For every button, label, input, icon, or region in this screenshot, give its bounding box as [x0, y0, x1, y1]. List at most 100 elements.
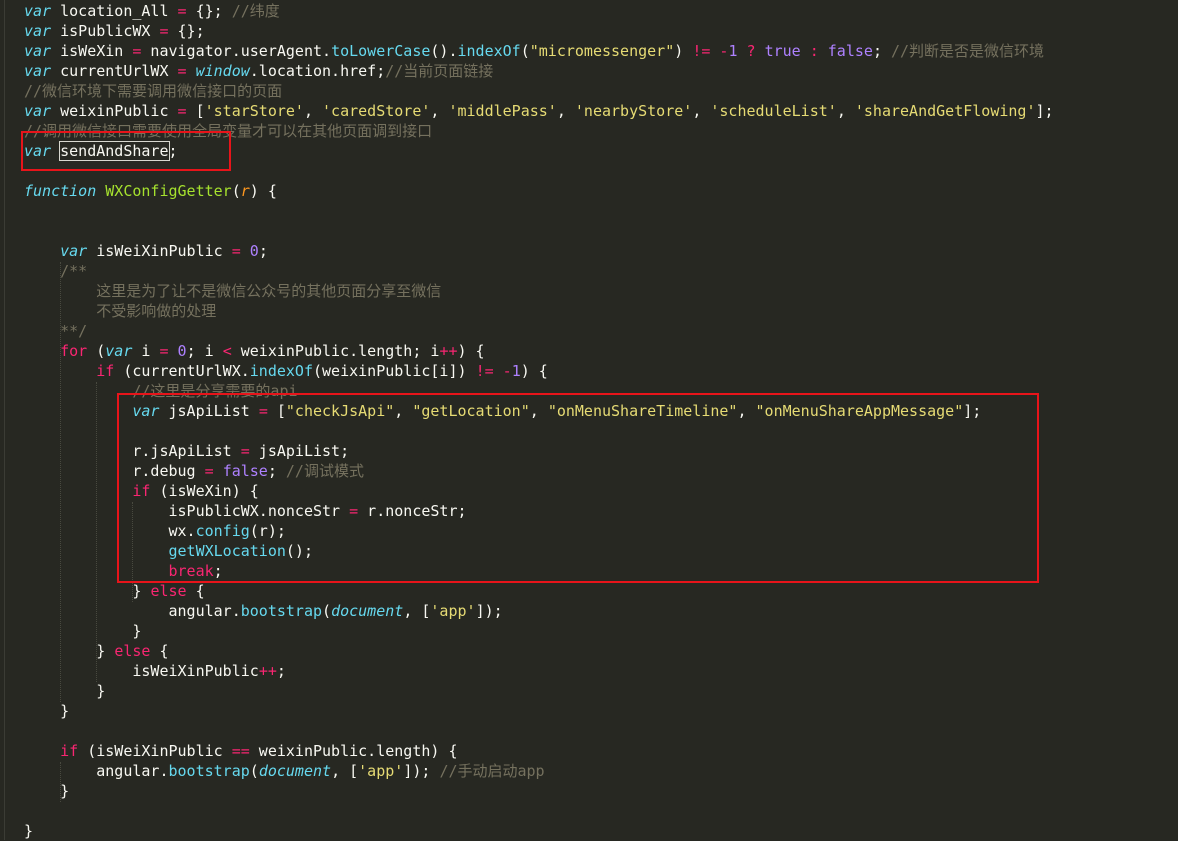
keyword-token: var	[24, 42, 52, 60]
operator-token: -	[502, 362, 512, 380]
code-text: ;	[872, 42, 891, 60]
code-content[interactable]: var location_All = {}; //纬度 var isPublicW…	[24, 1, 1178, 841]
code-line[interactable]: //调用微信接口需要使用全局变量才可以在其他页面调到接口	[24, 121, 1178, 141]
code-text: location_All	[51, 2, 178, 20]
keyword-token: window	[195, 62, 250, 80]
code-text: ,	[692, 102, 711, 120]
code-text: ;	[168, 142, 178, 160]
code-line[interactable]: } else {	[24, 641, 1178, 661]
code-text: ) {	[520, 362, 548, 380]
comment-token: //这里是分享需要的api	[132, 382, 298, 400]
code-text: ]);	[403, 762, 440, 780]
code-line[interactable]	[24, 201, 1178, 221]
code-text: {	[150, 642, 169, 660]
code-text: ]);	[475, 602, 503, 620]
code-line[interactable]: r.jsApiList = jsApiList;	[24, 441, 1178, 461]
code-text: ,	[836, 102, 855, 120]
code-text: }	[24, 702, 70, 720]
operator-token: :	[809, 42, 819, 60]
code-line[interactable]	[24, 161, 1178, 181]
selected-identifier: sendAndShare	[59, 141, 170, 161]
code-line[interactable]: var jsApiList = ["checkJsApi", "getLocat…	[24, 401, 1178, 421]
code-line[interactable]: **/	[24, 321, 1178, 341]
operator-token: =	[204, 462, 214, 480]
operator-token: =	[231, 242, 241, 260]
operator-token: ++	[439, 342, 458, 360]
code-line[interactable]: }	[24, 781, 1178, 801]
comment-token: //调用微信接口需要使用全局变量才可以在其他页面调到接口	[24, 122, 433, 140]
string-token: "onMenuShareAppMessage"	[755, 402, 964, 420]
code-line[interactable]: }	[24, 681, 1178, 701]
code-line[interactable]: var isPublicWX = {};	[24, 21, 1178, 41]
code-text: ;	[276, 662, 286, 680]
code-line[interactable]: var location_All = {}; //纬度	[24, 1, 1178, 21]
code-line[interactable]: //微信环境下需要调用微信接口的页面	[24, 81, 1178, 101]
code-line[interactable]: var weixinPublic = ['starStore', 'caredS…	[24, 101, 1178, 121]
code-text: ,	[394, 402, 413, 420]
code-line[interactable]: if (currentUrlWX.indexOf(weixinPublic[i]…	[24, 361, 1178, 381]
string-token: "onMenuShareTimeline"	[547, 402, 738, 420]
code-line[interactable]: }	[24, 821, 1178, 841]
code-editor[interactable]: var location_All = {}; //纬度 var isPublicW…	[0, 0, 1178, 840]
operator-token: ==	[231, 742, 250, 760]
number-token: false	[827, 42, 873, 60]
string-token: 'scheduleList'	[710, 102, 837, 120]
code-line[interactable]: r.debug = false; //调试模式	[24, 461, 1178, 481]
code-line[interactable]	[24, 221, 1178, 241]
code-line[interactable]: 这里是为了让不是微信公众号的其他页面分享至微信	[24, 281, 1178, 301]
keyword-token: var	[24, 2, 52, 20]
comment-token: //手动启动app	[439, 762, 545, 780]
function-token: config	[195, 522, 250, 540]
code-line[interactable]: if (isWeiXinPublic == weixinPublic.lengt…	[24, 741, 1178, 761]
code-line[interactable]: } else {	[24, 581, 1178, 601]
code-line[interactable]: getWXLocation();	[24, 541, 1178, 561]
code-line[interactable]: angular.bootstrap(document, ['app']);	[24, 601, 1178, 621]
code-text: isWeXin	[51, 42, 133, 60]
function-token: indexOf	[249, 362, 313, 380]
code-text: )	[674, 42, 693, 60]
code-line[interactable]: isWeiXinPublic++;	[24, 661, 1178, 681]
code-line[interactable]: var sendAndShare;	[24, 141, 1178, 161]
code-line[interactable]: /**	[24, 261, 1178, 281]
code-line[interactable]	[24, 721, 1178, 741]
code-line[interactable]: //这里是分享需要的api	[24, 381, 1178, 401]
operator-token: =	[240, 442, 250, 460]
number-token: 1	[511, 362, 521, 380]
code-text: ];	[963, 402, 982, 420]
operator-token: ?	[746, 42, 756, 60]
code-text: (isWeXin) {	[150, 482, 259, 500]
operator-token: =	[159, 22, 169, 40]
number-token: 0	[177, 342, 187, 360]
code-line[interactable]: 不受影响做的处理	[24, 301, 1178, 321]
operator-token: =	[177, 62, 187, 80]
code-text: ];	[1035, 102, 1054, 120]
code-line[interactable]: }	[24, 701, 1178, 721]
code-line[interactable]: angular.bootstrap(document, ['app']); //…	[24, 761, 1178, 781]
code-text: r.nonceStr;	[358, 502, 467, 520]
code-line[interactable]	[24, 421, 1178, 441]
code-line[interactable]: var isWeXin = navigator.userAgent.toLowe…	[24, 41, 1178, 61]
code-line[interactable]: var currentUrlWX = window.location.href;…	[24, 61, 1178, 81]
code-text: angular.	[24, 602, 241, 620]
code-line[interactable]	[24, 801, 1178, 821]
comment-token: 不受影响做的处理	[60, 302, 217, 320]
code-line[interactable]: wx.config(r);	[24, 521, 1178, 541]
code-line[interactable]: function WXConfigGetter(r) {	[24, 181, 1178, 201]
comment-token: //微信环境下需要调用微信接口的页面	[24, 82, 283, 100]
code-line[interactable]: isPublicWX.nonceStr = r.nonceStr;	[24, 501, 1178, 521]
code-line[interactable]: var isWeiXinPublic = 0;	[24, 241, 1178, 261]
code-line[interactable]: if (isWeXin) {	[24, 481, 1178, 501]
code-line[interactable]: }	[24, 621, 1178, 641]
function-token: getWXLocation	[168, 542, 286, 560]
code-line[interactable]: for (var i = 0; i < weixinPublic.length;…	[24, 341, 1178, 361]
code-line[interactable]: break;	[24, 561, 1178, 581]
code-text: r.debug	[24, 462, 205, 480]
